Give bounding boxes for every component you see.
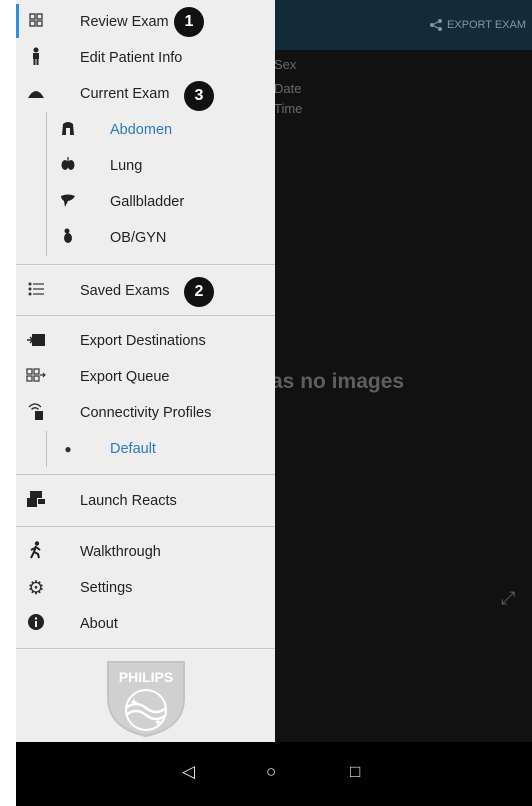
abdomen-label: Abdomen: [110, 122, 173, 138]
navigation-drawer: Review Exam Edit Patient Info Current Ex…: [16, 0, 275, 742]
list-icon: [26, 282, 46, 300]
callout-badge-3: 3: [184, 81, 214, 111]
transducer-icon: [26, 86, 46, 103]
wifi-profile-icon: [26, 402, 46, 424]
saved-exams-label: Saved Exams: [80, 283, 170, 299]
bullet-icon: ●: [64, 442, 72, 456]
exam-type-obgyn[interactable]: OB/GYN: [16, 220, 275, 256]
divider: [16, 526, 275, 527]
lung-label: Lung: [110, 158, 143, 174]
svg-text:PHILIPS: PHILIPS: [119, 669, 173, 685]
settings-label: Settings: [80, 580, 133, 596]
exam-type-abdomen[interactable]: Abdomen: [16, 112, 275, 148]
recents-icon[interactable]: □: [350, 762, 360, 782]
app-frame: EXPORT EXAM Sex Date Time as no images ⤢…: [16, 0, 532, 806]
gallbladder-icon: [58, 193, 78, 211]
exam-type-lung[interactable]: Lung: [16, 148, 275, 184]
menu-export-queue[interactable]: Export Queue: [16, 359, 275, 395]
review-grid-icon: [26, 13, 46, 31]
divider: [16, 264, 275, 265]
meta-time: Time: [274, 101, 303, 116]
callout-badge-1: 1: [174, 7, 204, 37]
empty-state-text: as no images: [271, 370, 405, 393]
lung-icon: [58, 157, 78, 175]
about-label: About: [80, 616, 118, 632]
profile-default[interactable]: ● Default: [16, 431, 275, 467]
meta-sex: Sex: [274, 57, 297, 72]
person-icon: [26, 47, 46, 69]
info-icon: [26, 614, 46, 634]
edit-patient-label: Edit Patient Info: [80, 50, 183, 66]
divider: [16, 315, 275, 316]
connectivity-profiles-label: Connectivity Profiles: [80, 405, 212, 421]
export-queue-icon: [26, 368, 46, 386]
obgyn-label: OB/GYN: [110, 230, 167, 246]
menu-about[interactable]: About: [16, 606, 275, 642]
menu-export-destinations[interactable]: Export Destinations: [16, 323, 275, 359]
meta-date: Date: [274, 81, 302, 96]
menu-saved-exams[interactable]: Saved Exams: [16, 273, 275, 309]
reacts-icon: [26, 491, 46, 511]
obgyn-icon: [58, 228, 78, 248]
gear-icon: ⚙: [27, 577, 45, 599]
menu-launch-reacts[interactable]: Launch Reacts: [16, 483, 275, 519]
share-icon: [429, 19, 442, 31]
export-destination-icon: [26, 333, 46, 350]
default-profile-label: Default: [110, 441, 156, 457]
launch-reacts-label: Launch Reacts: [80, 493, 177, 509]
export-exam-label: EXPORT EXAM: [446, 19, 526, 31]
export-exam-button[interactable]: EXPORT EXAM: [429, 18, 526, 32]
back-icon[interactable]: ◁: [182, 762, 195, 782]
menu-connectivity-profiles[interactable]: Connectivity Profiles: [16, 395, 275, 431]
review-exam-label: Review Exam: [80, 14, 169, 30]
fullscreen-icon[interactable]: ⤢: [501, 588, 515, 609]
system-nav-bar: ◁ ○ □: [16, 742, 532, 806]
abdomen-icon: [58, 121, 78, 139]
export-destinations-label: Export Destinations: [80, 333, 206, 349]
menu-current-exam[interactable]: Current Exam: [16, 76, 275, 112]
menu-review-exam[interactable]: Review Exam: [16, 4, 275, 40]
current-exam-label: Current Exam: [80, 86, 170, 102]
menu-walkthrough[interactable]: Walkthrough: [16, 534, 275, 570]
walking-person-icon: [26, 541, 46, 563]
export-queue-label: Export Queue: [80, 369, 170, 385]
menu-edit-patient-info[interactable]: Edit Patient Info: [16, 40, 275, 76]
exam-type-gallbladder[interactable]: Gallbladder: [16, 184, 275, 220]
menu-settings[interactable]: ⚙ Settings: [16, 570, 275, 606]
gallbladder-label: Gallbladder: [110, 194, 185, 210]
callout-badge-2: 2: [184, 277, 214, 307]
divider: [16, 474, 275, 475]
philips-logo: PHILIPS: [104, 660, 188, 743]
divider: [16, 648, 275, 649]
walkthrough-label: Walkthrough: [80, 544, 161, 560]
home-icon[interactable]: ○: [266, 762, 276, 782]
